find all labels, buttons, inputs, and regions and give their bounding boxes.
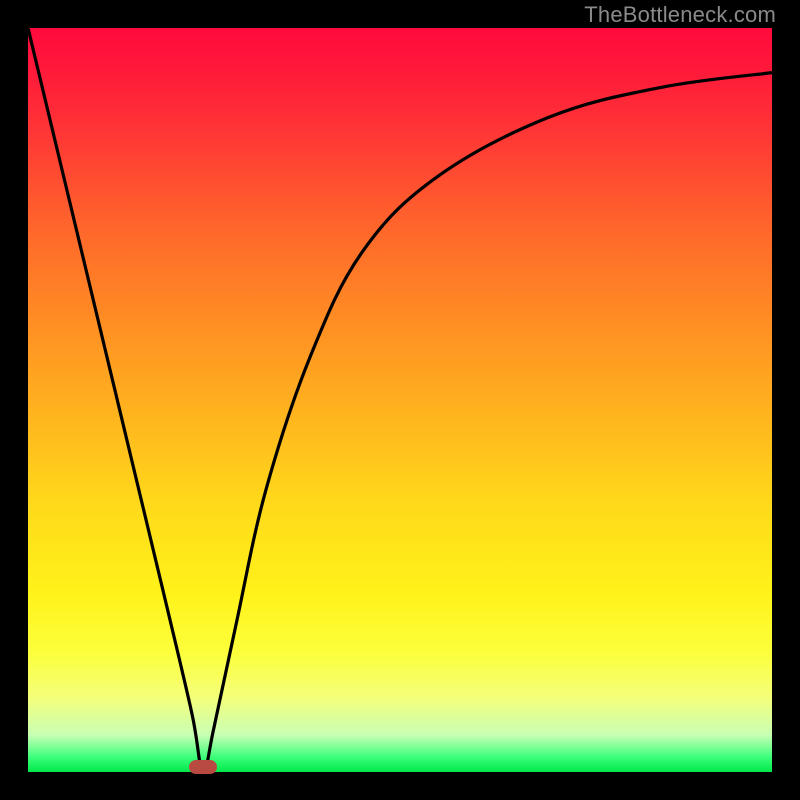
chart-area	[28, 28, 772, 772]
optimal-marker	[189, 760, 217, 774]
watermark-text: TheBottleneck.com	[584, 2, 776, 28]
bottleneck-curve	[28, 28, 772, 772]
chart-svg	[28, 28, 772, 772]
